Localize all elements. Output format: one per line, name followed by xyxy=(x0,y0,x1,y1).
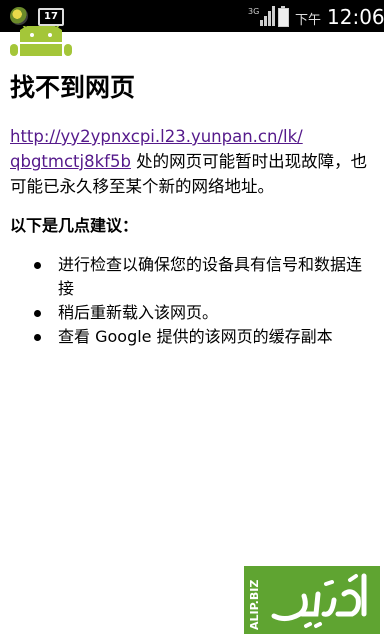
arabic-script-logo-icon xyxy=(271,573,367,628)
app-notification-icon xyxy=(10,7,28,25)
battery-icon xyxy=(278,6,289,27)
svg-text:3G: 3G xyxy=(248,7,259,16)
sim-card-icon: 17 xyxy=(38,8,64,26)
bullet-icon xyxy=(34,310,41,317)
clock-ampm: 下午 xyxy=(295,13,322,28)
suggestions-heading: 以下是几点建议： xyxy=(10,216,139,235)
error-description: http://yy2ypnxcpi.l23.yunpan.cn/lk/qbgtm… xyxy=(10,124,374,199)
clock-time: 12:06 xyxy=(327,5,384,29)
list-item: 进行检查以确保您的设备具有信号和数据连接 xyxy=(34,253,374,301)
android-robot-icon xyxy=(10,26,72,56)
signal-3g-icon: 3G xyxy=(248,6,275,26)
suggestions-list: 进行检查以确保您的设备具有信号和数据连接 稍后重新载入该网页。 查看 Googl… xyxy=(34,253,374,349)
bullet-icon xyxy=(34,334,41,341)
list-item: 稍后重新载入该网页。 xyxy=(34,301,374,325)
bullet-icon xyxy=(34,262,41,269)
list-item: 查看 Google 提供的该网页的缓存副本 xyxy=(34,325,374,349)
watermark-text: ALIP.BIZ xyxy=(248,579,261,630)
page-title: 找不到网页 xyxy=(10,73,136,102)
